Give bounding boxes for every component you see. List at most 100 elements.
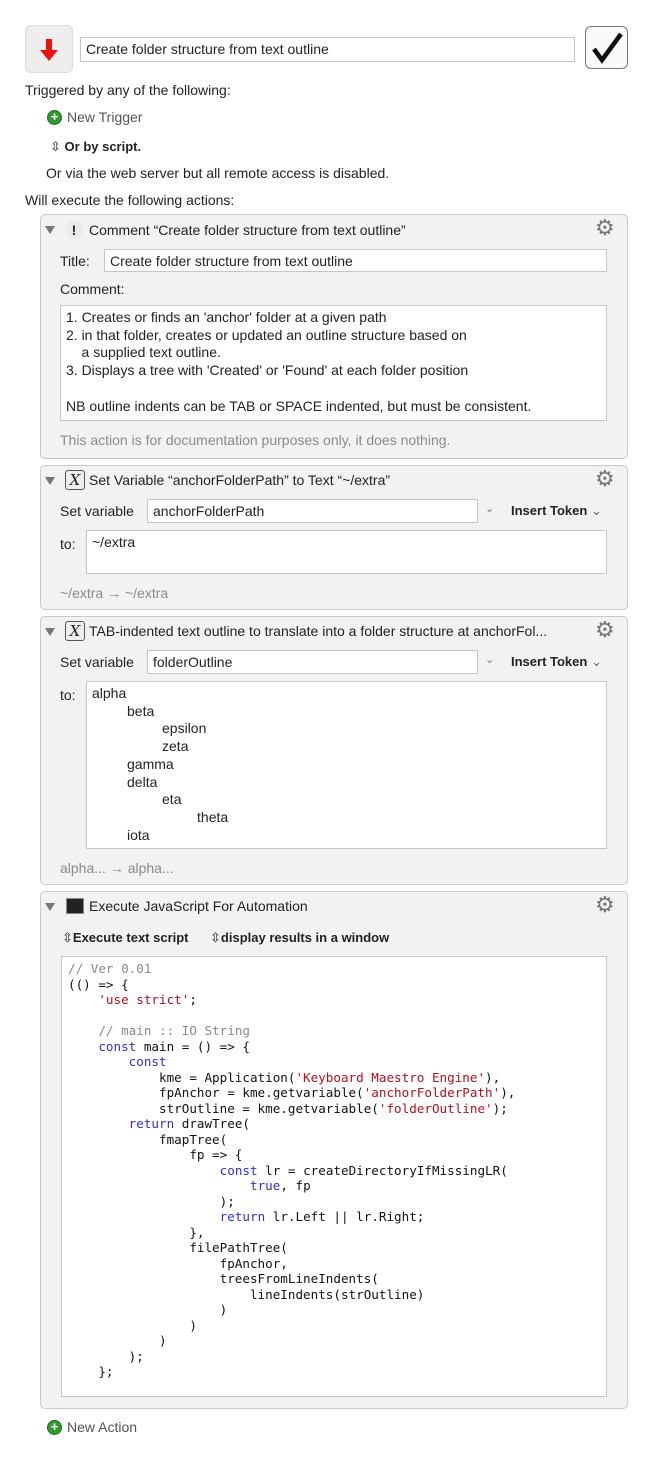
code-text: fpAnchor = kme.getvariable( xyxy=(68,1085,364,1100)
or-by-script-popup[interactable]: ⇳ Or by script. xyxy=(50,138,141,156)
insert-token-button[interactable]: Insert Token ⌄ xyxy=(511,502,602,520)
chevron-down-icon: ⌄ xyxy=(590,654,602,669)
code-line: fpAnchor, xyxy=(68,1256,600,1272)
code-line: ) xyxy=(68,1333,600,1349)
macro-name-input[interactable]: Create folder structure from text outlin… xyxy=(80,37,575,62)
code-text: main = () => { xyxy=(136,1038,250,1054)
code-keyword: const xyxy=(98,1038,137,1054)
action-title: Set Variable “anchorFolderPath” to Text … xyxy=(89,472,391,488)
code-line: fp => { xyxy=(68,1147,600,1163)
code-text: strOutline = kme.getvariable( xyxy=(68,1100,379,1116)
code-text: fmapTree( xyxy=(68,1131,228,1147)
code-line: // Ver 0.01 xyxy=(68,961,600,977)
code-text: }, xyxy=(68,1224,205,1240)
new-trigger-button[interactable]: New Trigger xyxy=(67,108,142,126)
code-keyword: return xyxy=(219,1209,266,1224)
gear-clock-icon[interactable]: ⚙ xyxy=(595,894,615,916)
code-line: return drawTree( xyxy=(68,1116,600,1132)
to-label: to: xyxy=(60,536,76,552)
code-text: ) xyxy=(68,1333,167,1348)
add-trigger-icon[interactable]: + xyxy=(47,110,62,125)
disclosure-triangle-icon[interactable] xyxy=(45,477,55,485)
insert-token-button[interactable]: Insert Token ⌄ xyxy=(511,653,602,671)
code-line: fpAnchor = kme.getvariable('anchorFolder… xyxy=(68,1085,600,1101)
new-action-button[interactable]: New Action xyxy=(67,1418,137,1436)
variable-icon: X xyxy=(65,470,85,490)
web-server-note: Or via the web server but all remote acc… xyxy=(46,165,390,181)
code-line: // GENERIC FUNCTIONS xyxy=(68,1395,600,1396)
code-comment: // Ver 0.01 xyxy=(68,961,152,976)
gear-icon[interactable]: ⚙ xyxy=(595,468,615,490)
code-line: const xyxy=(68,1054,600,1070)
execute-mode-popup[interactable]: ⇳Execute text script xyxy=(62,929,189,947)
code-line: }; xyxy=(68,1364,600,1380)
code-string: 'use strict' xyxy=(98,992,190,1007)
code-string: 'anchorFolderPath' xyxy=(363,1085,501,1100)
action-title: Execute JavaScript For Automation xyxy=(89,898,308,914)
or-by-script-label: Or by script. xyxy=(64,139,142,154)
variable-name-input[interactable]: anchorFolderPath xyxy=(147,499,478,523)
code-comment: // main :: IO String xyxy=(98,1023,250,1038)
code-text: }; xyxy=(68,1364,114,1379)
updown-chevron-icon: ⇳ xyxy=(210,930,221,945)
code-line: true, fp xyxy=(68,1178,600,1194)
code-text: ); xyxy=(68,1348,144,1364)
updown-chevron-icon: ⇳ xyxy=(62,930,73,945)
comment-textarea[interactable]: 1. Creates or finds an 'anchor' folder a… xyxy=(60,305,607,421)
variable-dropdown-chevron-icon[interactable]: ⌄ xyxy=(485,500,494,518)
code-line: strOutline = kme.getvariable('folderOutl… xyxy=(68,1101,600,1117)
insert-token-label: Insert Token xyxy=(511,654,588,669)
terminal-icon xyxy=(66,898,84,914)
code-keyword: return xyxy=(128,1116,175,1131)
action-title: Comment “Create folder structure from te… xyxy=(89,222,406,238)
code-line: // main :: IO String xyxy=(68,1023,600,1039)
variable-dropdown-chevron-icon[interactable]: ⌄ xyxy=(485,651,494,669)
script-editor[interactable]: // Ver 0.01(() => { 'use strict'; // mai… xyxy=(61,956,607,1397)
code-line: (() => { xyxy=(68,977,600,993)
code-line: const lr = createDirectoryIfMissingLR( xyxy=(68,1163,600,1179)
macro-icon-well[interactable] xyxy=(25,25,73,73)
variable-value-textarea[interactable]: alpha beta epsilon zeta gamma delta eta … xyxy=(86,681,607,849)
results-mode-popup[interactable]: ⇳display results in a window xyxy=(210,929,389,947)
code-text: kme = Application( xyxy=(68,1069,296,1085)
add-action-icon[interactable]: + xyxy=(47,1420,62,1435)
updown-chevron-icon: ⇳ xyxy=(50,139,61,154)
variable-name-input[interactable]: folderOutline xyxy=(147,650,478,674)
actions-heading: Will execute the following actions: xyxy=(25,192,235,208)
chevron-down-icon: ⌄ xyxy=(590,503,602,518)
insert-token-label: Insert Token xyxy=(511,503,588,518)
gear-icon[interactable]: ⚙ xyxy=(595,217,615,239)
code-text: treesFromLineIndents( xyxy=(68,1271,379,1286)
variable-value-textarea[interactable]: ~/extra xyxy=(86,530,607,574)
code-text: lr = createDirectoryIfMissingLR( xyxy=(257,1162,508,1178)
code-keyword: true xyxy=(249,1178,281,1193)
comment-title-input[interactable]: Create folder structure from text outlin… xyxy=(104,249,607,272)
disclosure-triangle-icon[interactable] xyxy=(45,226,55,234)
code-text: (() => { xyxy=(68,976,129,992)
code-text: lineIndents(strOutline) xyxy=(68,1286,425,1302)
disclosure-triangle-icon[interactable] xyxy=(45,628,55,636)
gear-icon[interactable]: ⚙ xyxy=(595,619,615,641)
action-title: TAB-indented text outline to translate i… xyxy=(89,623,548,639)
code-text: ), xyxy=(500,1085,516,1100)
results-mode-label: display results in a window xyxy=(220,930,390,945)
macro-enabled-checkbox[interactable] xyxy=(585,26,628,69)
code-line: ) xyxy=(68,1318,600,1334)
code-text: ) xyxy=(68,1302,228,1317)
code-text: lr.Left || lr.Right; xyxy=(265,1209,425,1224)
code-line: 'use strict'; xyxy=(68,992,600,1008)
execute-mode-label: Execute text script xyxy=(72,930,189,945)
disclosure-triangle-icon[interactable] xyxy=(45,903,55,911)
code-text: fpAnchor, xyxy=(68,1255,288,1271)
comment-icon: ! xyxy=(65,221,83,239)
code-line: ); xyxy=(68,1194,600,1210)
